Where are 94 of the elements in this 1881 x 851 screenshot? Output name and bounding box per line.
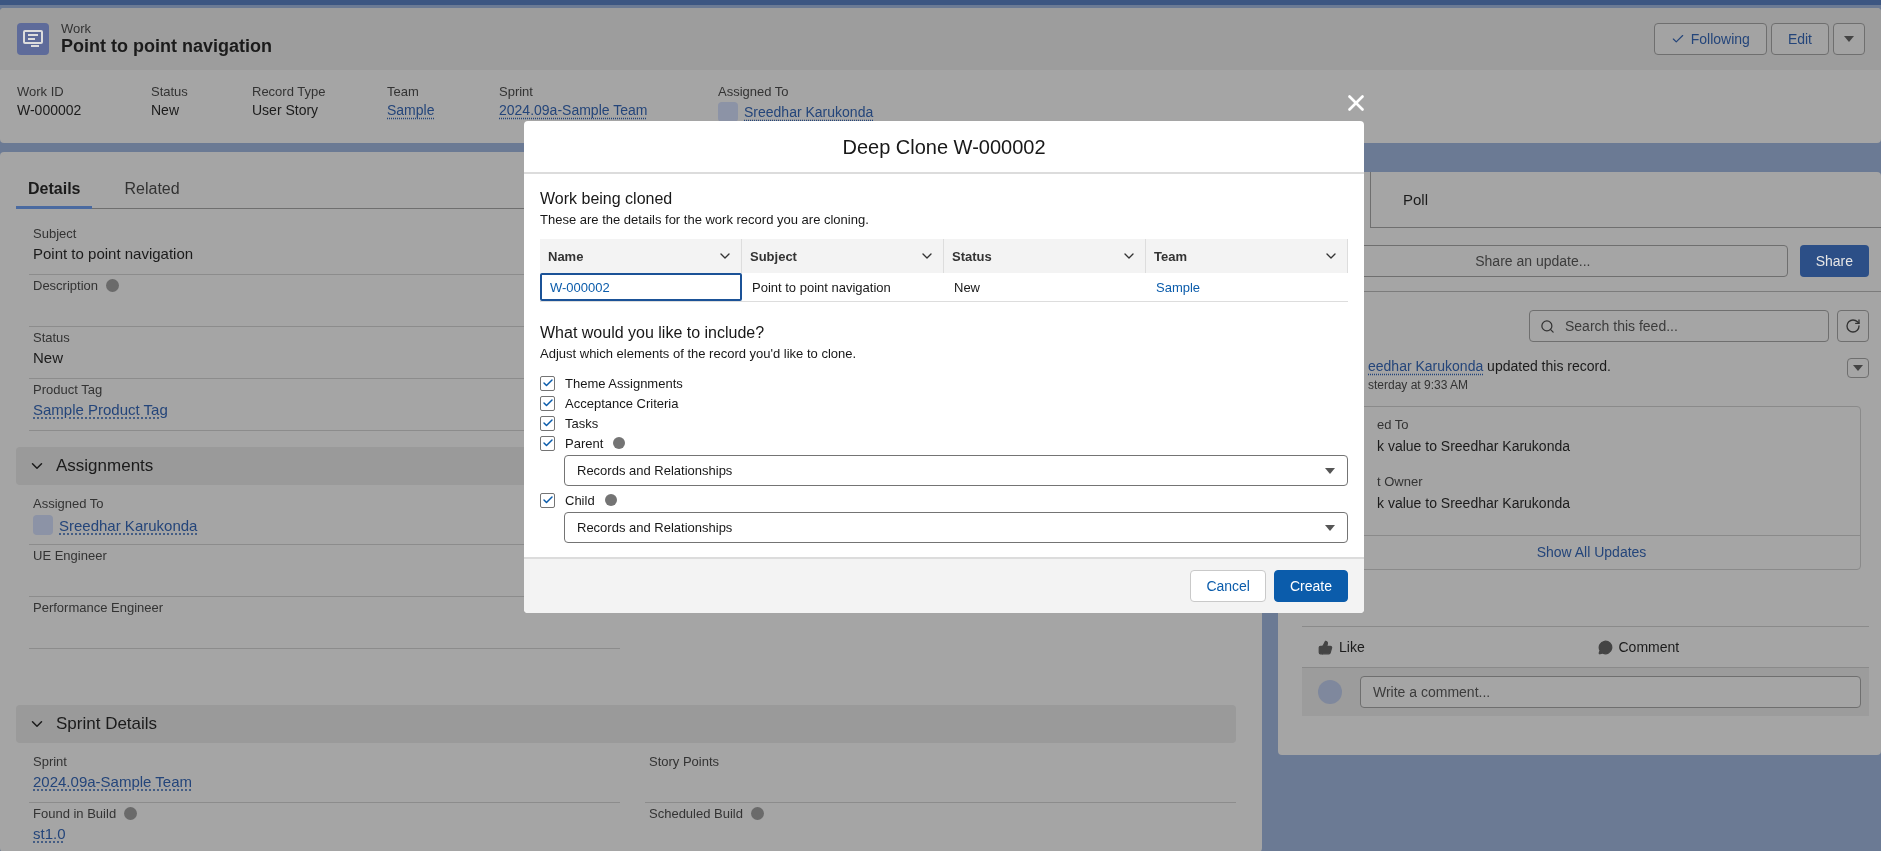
changed-field: t Owner xyxy=(1377,474,1860,489)
column-header[interactable]: Subject xyxy=(742,239,944,273)
column-header[interactable]: Name xyxy=(540,239,742,273)
option-label: Child xyxy=(565,492,595,508)
user-link[interactable]: Sreedhar Karukonda xyxy=(744,104,874,120)
thumbs-up-icon xyxy=(1318,639,1333,655)
dialog-title: Deep Clone W-000002 xyxy=(524,121,1364,174)
like-button[interactable]: Like xyxy=(1306,639,1586,655)
checkbox[interactable] xyxy=(540,435,555,451)
field-label: Scheduled Build xyxy=(649,806,743,821)
section-description: These are the details for the work record you are cloning. xyxy=(540,212,870,227)
section-description: Adjust which elements of the record you'd like to clone. xyxy=(540,346,858,361)
section-heading: What would you like to include? xyxy=(540,324,766,342)
table-cell-text: Point to point navigation xyxy=(751,278,892,297)
highlight-value: User Story xyxy=(252,102,320,118)
caret-icon xyxy=(1325,524,1335,531)
field-link[interactable]: st1.0 xyxy=(33,825,66,842)
field-label: UE Engineer xyxy=(33,548,107,563)
comment-button[interactable]: Comment xyxy=(1585,639,1865,655)
field-value: New xyxy=(33,349,63,366)
field-label: Found in Build xyxy=(33,806,117,821)
field-label: Description xyxy=(33,278,99,293)
avatar-icon xyxy=(718,102,738,122)
highlight-link[interactable]: 2024.09a-Sample Team xyxy=(499,102,648,118)
field-label: Story Points xyxy=(649,754,720,769)
change-text: k value to Sreedhar Karukonda xyxy=(1377,495,1571,511)
caret-icon xyxy=(1853,365,1863,371)
feed-item-time: sterday at 9:33 AM xyxy=(1368,378,1470,392)
caret-icon xyxy=(1325,467,1335,474)
field-value: Point to point navigation xyxy=(33,245,194,262)
record-title: Point to point navigation xyxy=(61,36,273,57)
option-label: Theme Assignments xyxy=(565,375,683,391)
highlight-label: Assigned To xyxy=(718,84,790,99)
checkbox[interactable] xyxy=(540,375,555,391)
option-label: Acceptance Criteria xyxy=(565,395,679,411)
avatar-icon xyxy=(1318,680,1342,704)
caret-icon xyxy=(1844,36,1854,42)
table-cell[interactable]: W-000002 xyxy=(540,273,742,301)
more-actions-button[interactable] xyxy=(1833,23,1865,55)
checkbox[interactable] xyxy=(540,415,555,431)
check-icon xyxy=(1670,32,1685,46)
highlight-value: W-000002 xyxy=(17,102,83,118)
highlight-label: Sprint xyxy=(499,84,534,99)
highlight-label: Status xyxy=(151,84,189,99)
field-label: Status xyxy=(33,330,70,345)
following-button[interactable]: Following xyxy=(1653,23,1767,55)
record-icon xyxy=(17,23,49,55)
relationship-select[interactable]: Records and Relationships xyxy=(564,512,1348,543)
create-button[interactable]: Create xyxy=(1273,570,1348,602)
author-link[interactable]: eedhar Karukonda xyxy=(1368,358,1484,374)
table-cell-text: New xyxy=(953,278,981,297)
user-link[interactable]: Sreedhar Karukonda xyxy=(59,516,198,534)
field-label: Product Tag xyxy=(33,382,103,397)
feed-search-input[interactable]: Search this feed... xyxy=(1563,317,1818,335)
option-label: Parent xyxy=(565,435,604,451)
highlight-value: New xyxy=(151,102,180,118)
section-heading: Work being cloned xyxy=(540,190,674,208)
feed-item-text: eedhar Karukonda updated this record. xyxy=(1368,358,1612,374)
refresh-icon xyxy=(1845,318,1861,334)
info-icon[interactable] xyxy=(613,437,626,449)
edit-button[interactable]: Edit xyxy=(1770,23,1829,55)
relationship-select[interactable]: Records and Relationships xyxy=(564,455,1348,486)
field-link[interactable]: 2024.09a-Sample Team xyxy=(33,773,192,790)
highlight-label: Team xyxy=(387,84,420,99)
refresh-button[interactable] xyxy=(1837,310,1869,342)
column-header[interactable]: Status xyxy=(944,239,1146,273)
field-label: Sprint xyxy=(33,754,67,769)
poll-tab[interactable]: Poll xyxy=(1403,191,1428,208)
speech-bubble-icon xyxy=(1597,639,1613,655)
changed-field: ed To xyxy=(1377,417,1860,432)
tab[interactable]: Details xyxy=(16,174,93,209)
feed-item-menu-button[interactable] xyxy=(1847,358,1869,378)
feed-search-field[interactable]: Search this feed... xyxy=(1529,310,1829,342)
change-text: k value to Sreedhar Karukonda xyxy=(1377,438,1571,454)
highlight-label: Work ID xyxy=(17,84,65,99)
field-label: Performance Engineer xyxy=(33,600,164,615)
highlight-label: Record Type xyxy=(252,84,327,99)
checkbox[interactable] xyxy=(540,395,555,411)
object-type: Work xyxy=(61,21,93,36)
option-label: Tasks xyxy=(565,415,599,431)
checkbox[interactable] xyxy=(540,492,555,508)
search-icon xyxy=(1540,318,1555,334)
column-header[interactable]: Team xyxy=(1146,239,1348,273)
field-label: Assigned To xyxy=(33,496,104,511)
field-link[interactable]: Sample Product Tag xyxy=(33,401,168,418)
field-label: Subject xyxy=(33,226,77,241)
info-icon[interactable] xyxy=(604,494,617,506)
avatar-icon xyxy=(33,515,53,535)
comment-field[interactable]: Write a comment... xyxy=(1360,676,1861,708)
tab[interactable]: Related xyxy=(112,174,192,209)
cancel-button[interactable]: Cancel xyxy=(1190,570,1266,602)
highlight-link[interactable]: Sample xyxy=(387,102,435,118)
share-button[interactable]: Share xyxy=(1799,245,1869,277)
section-header[interactable]: Sprint Details xyxy=(16,705,1236,743)
